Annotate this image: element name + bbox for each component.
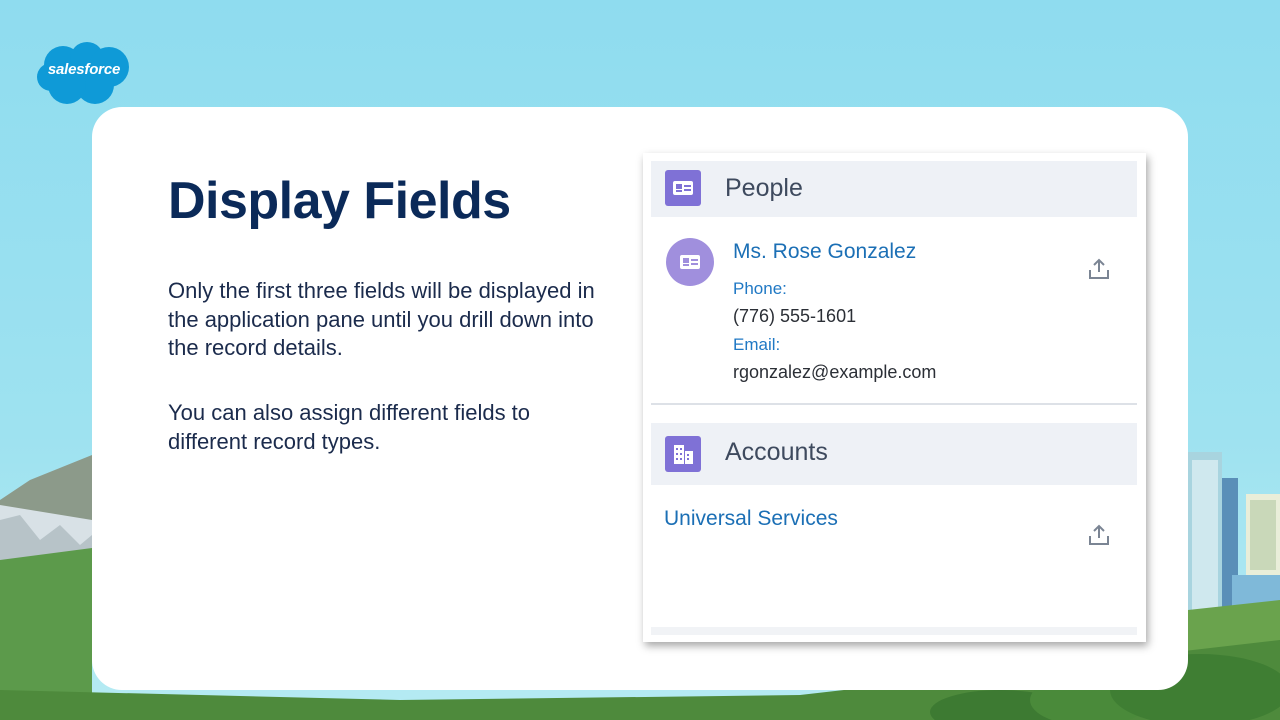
logo-text: salesforce [47, 61, 121, 78]
section-divider [651, 403, 1137, 405]
salesforce-logo: salesforce [37, 41, 131, 105]
people-section-header: People [651, 161, 1137, 217]
slide-title: Display Fields [168, 172, 511, 230]
accounts-section-title: Accounts [725, 438, 828, 466]
slide-card: Display Fields Only the first three fiel… [92, 107, 1188, 690]
body-paragraph-1: Only the first three fields will be disp… [168, 278, 595, 360]
email-label: Email: [733, 335, 781, 354]
account-name-link[interactable]: Universal Services [664, 507, 838, 531]
people-section-title: People [725, 174, 803, 202]
contact-card-icon [666, 238, 714, 286]
email-value: rgonzalez@example.com [733, 362, 937, 382]
panel-footer-band [651, 627, 1137, 635]
phone-value: (776) 555-1601 [733, 306, 857, 326]
contact-card-icon [665, 170, 701, 206]
share-upload-icon[interactable] [1086, 256, 1112, 282]
share-upload-icon[interactable] [1086, 522, 1112, 548]
person-name-link[interactable]: Ms. Rose Gonzalez [733, 240, 916, 264]
building-icon [665, 436, 701, 472]
body-paragraph-2: You can also assign different fields to … [168, 400, 531, 454]
phone-label: Phone: [733, 279, 787, 298]
accounts-section-header: Accounts [651, 423, 1137, 485]
application-pane-screenshot: People Ms. Rose Gonzalez Phone: (776) 55… [643, 153, 1146, 642]
